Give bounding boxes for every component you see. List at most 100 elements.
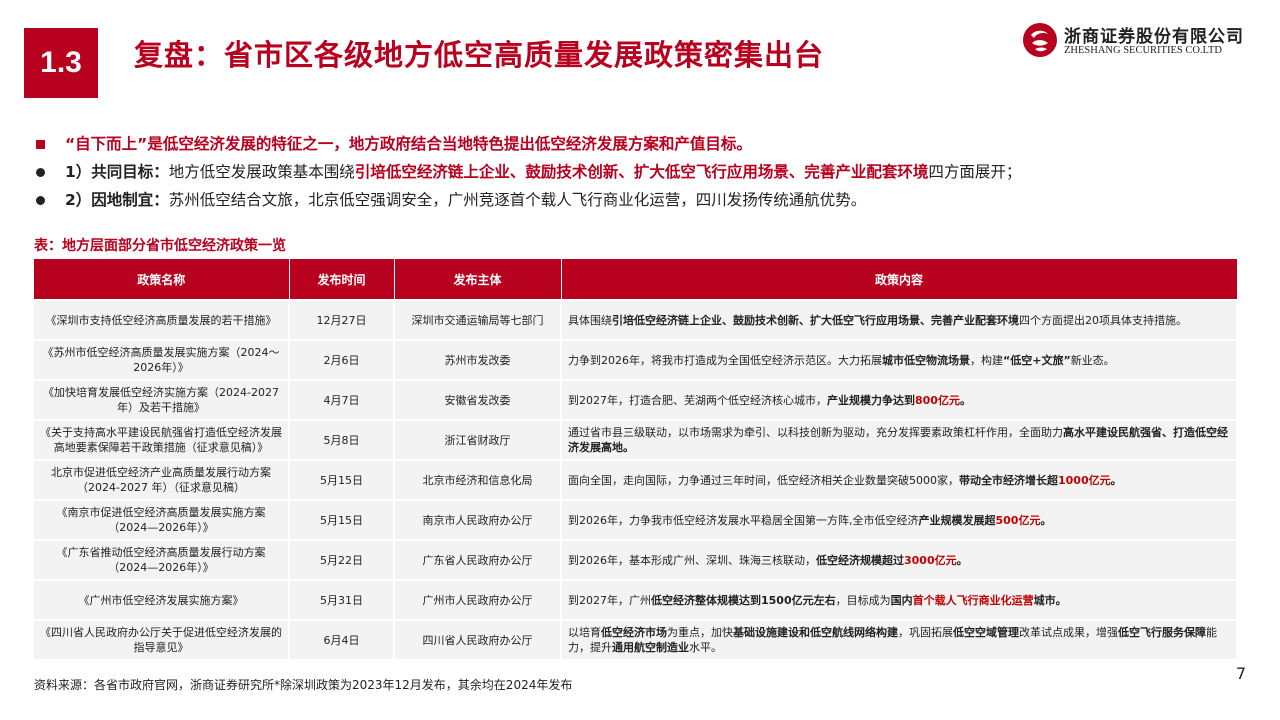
round-bullet-icon <box>36 195 45 205</box>
header-policy-content: 政策内容 <box>561 259 1238 300</box>
content-segment: 。 <box>956 553 968 567</box>
cell-issuer: 安徽省发改委 <box>394 379 562 420</box>
table-row: 《广州市低空经济发展实施方案》 5月31日 广州市人民政府办公厅 到2027年，广州低… <box>34 579 1238 620</box>
cell-issuer: 北京市经济和信息化局 <box>394 459 562 500</box>
content-segment: ，构建 <box>970 353 1003 367</box>
content-segment: 到2026年，基本形成广州、深圳、珠海三核联动， <box>568 553 816 567</box>
cell-issuer: 四川省人民政府办公厅 <box>394 619 562 659</box>
header-issuer: 发布主体 <box>394 259 562 300</box>
cell-policy-content: 以培育低空经济市场为重点，加快基础设施建设和低空航线网络构建，巩固拓展低空空域管… <box>561 619 1238 659</box>
content-segment: 通用航空制造业 <box>612 641 689 654</box>
bullet-label: 2）因地制宜： <box>65 191 169 209</box>
content-segment: 3000亿元 <box>904 553 957 567</box>
cell-policy-name: 《广东省推动低空经济高质量发展行动方案（2024—2026年）》 <box>34 539 290 580</box>
cell-issuer: 南京市人民政府办公厅 <box>394 499 562 540</box>
content-segment: 具体围绕 <box>568 313 612 327</box>
cell-release-date: 6月4日 <box>289 619 395 659</box>
cell-policy-name: 《南京市促进低空经济高质量发展实施方案（2024—2026年）》 <box>34 499 290 540</box>
zheshang-logo-mark-icon <box>1023 23 1057 57</box>
content-segment: 新业态。 <box>1070 353 1115 367</box>
content-segment: 低空空域管理 <box>953 626 1019 639</box>
cell-release-date: 2月6日 <box>289 339 395 380</box>
content-segment: 到2027年，打造合肥、芜湖两个低空经济核心城市， <box>568 393 827 407</box>
bullet-highlight: 引培低空经济链上企业、鼓励技术创新、扩大低空飞行应用场景、完善产业配套环境 <box>354 163 929 181</box>
bullet-text: 苏州低空结合文旅，北京低空强调安全，广州竞逐首个载人飞行商业化运营，四川发扬传统… <box>168 191 867 209</box>
content-segment: 。 <box>959 393 971 407</box>
cell-policy-name: 《广州市低空经济发展实施方案》 <box>34 579 290 620</box>
cell-policy-name: 《加快培育发展低空经济实施方案（2024-2027年）及若干措施》 <box>34 379 290 420</box>
cell-policy-content: 到2027年，打造合肥、芜湖两个低空经济核心城市，产业规模力争达到800亿元。 <box>561 379 1238 420</box>
bullet-label: 1）共同目标： <box>65 163 169 181</box>
content-segment: 以培育 <box>568 626 601 639</box>
content-segment: 带动全市经济增长超 <box>959 473 1058 487</box>
content-segment: 力争到2026年，将我市打造成为全国低空经济示范区。大力拓展 <box>568 353 882 367</box>
bullet-text: 四方面展开； <box>928 163 1022 181</box>
content-segment: ，巩固拓展 <box>898 626 953 639</box>
policy-table: 政策名称 发布时间 发布主体 政策内容 《深圳市支持低空经济高质量发展的若干措施… <box>34 259 1238 659</box>
content-segment: 。 <box>1040 513 1052 527</box>
cell-policy-content: 面向全国，走向国际，力争通过三年时间，低空经济相关企业数量突破5000家，带动全… <box>561 459 1238 500</box>
cell-release-date: 5月15日 <box>289 459 395 500</box>
bullet-text: 地方低空发展政策基本围绕 <box>168 163 355 181</box>
content-segment: 面向全国，走向国际，力争通过三年时间，低空经济相关企业数量突破5000家， <box>568 473 959 487</box>
cell-policy-name: 北京市促进低空经济产业高质量发展行动方案（2024-2027 年）（征求意见稿） <box>34 459 290 500</box>
content-segment: 基础设施建设和低空航线网络构建 <box>733 626 898 639</box>
content-segment: 产业规模力争达到 <box>827 393 915 407</box>
cell-policy-name: 《四川省人民政府办公厅关于促进低空经济发展的指导意见》 <box>34 619 290 659</box>
table-row: 《四川省人民政府办公厅关于促进低空经济发展的指导意见》 6月4日 四川省人民政府办公… <box>34 619 1238 659</box>
content-segment: 四个方面提出20项具体支持措施。 <box>1019 313 1187 327</box>
cell-issuer: 广州市人民政府办公厅 <box>394 579 562 620</box>
table-row: 北京市促进低空经济产业高质量发展行动方案（2024-2027 年）（征求意见稿）… <box>34 459 1238 500</box>
table-row: 《广东省推动低空经济高质量发展行动方案（2024—2026年）》 5月22日 广东省… <box>34 539 1238 580</box>
cell-issuer: 苏州市发改委 <box>394 339 562 380</box>
table-row: 《深圳市支持低空经济高质量发展的若干措施》 12月27日 深圳市交通运输局等七部门具… <box>34 299 1238 340</box>
section-number-badge: 1.3 <box>24 28 98 98</box>
company-name-cn: 浙商证券股份有限公司 <box>1064 27 1244 47</box>
cell-release-date: 5月31日 <box>289 579 395 620</box>
table-header-row: 政策名称 发布时间 发布主体 政策内容 <box>34 259 1238 300</box>
content-segment: 1000亿元 <box>1058 473 1111 487</box>
content-segment: 产业规模发展超 <box>918 513 996 527</box>
company-logo: 浙商证券股份有限公司 ZHESHANG SECURITIES CO.LTD <box>1022 20 1262 64</box>
content-segment: 低空经济市场 <box>601 626 667 639</box>
cell-policy-content: 具体围绕引培低空经济链上企业、鼓励技术创新、扩大低空飞行应用场景、完善产业配套环… <box>561 299 1238 340</box>
content-segment: “低空+文旅” <box>1003 353 1071 367</box>
content-segment: 到2027年，广州 <box>568 593 651 607</box>
cell-release-date: 12月27日 <box>289 299 395 340</box>
content-segment: 改革试点成果，增强 <box>1019 626 1118 639</box>
table-row: 《南京市促进低空经济高质量发展实施方案（2024—2026年）》 5月15日 南京市… <box>34 499 1238 540</box>
cell-policy-content: 到2026年，基本形成广州、深圳、珠海三核联动，低空经济规模超过3000亿元。 <box>561 539 1238 580</box>
content-segment: 到2026年，力争我市低空经济发展水平稳居全国第一方阵,全市低空经济 <box>568 513 919 527</box>
cell-policy-content: 到2027年，广州低空经济整体规模达到1500亿元左右，目标成为国内首个载人飞行… <box>561 579 1238 620</box>
content-segment: 通过省市县三级联动，以市场需求为牵引、以科技创新为驱动，充分发挥要素政策杠杆作用… <box>568 426 1063 439</box>
table-row: 《关于支持高水平建设民航强省打造低空经济发展高地要素保障若干政策措施（征求意见稿… <box>34 419 1238 460</box>
content-segment: 城市。 <box>1033 593 1067 607</box>
content-segment: 低空经济整体规模达到1500亿元左右 <box>651 593 836 607</box>
content-segment: 800亿元 <box>915 393 960 407</box>
content-segment: ，目标成为 <box>835 593 891 607</box>
main-bullet-text: “自下而上”是低空经济发展的特征之一，地方政府结合当地特色提出低空经济发展方案和… <box>65 135 752 153</box>
cell-policy-name: 《关于支持高水平建设民航强省打造低空经济发展高地要素保障若干政策措施（征求意见稿… <box>34 419 290 460</box>
cell-policy-content: 通过省市县三级联动，以市场需求为牵引、以科技创新为驱动，充分发挥要素政策杠杆作用… <box>561 419 1238 460</box>
square-bullet-icon <box>36 139 45 149</box>
main-bullet: “自下而上”是低空经济发展的特征之一，地方政府结合当地特色提出低空经济发展方案和… <box>34 130 1254 158</box>
source-note: 资料来源：各省市政府官网，浙商证券研究所*除深圳政策为2023年12月发布，其余… <box>34 678 573 692</box>
content-segment: 低空经济规模超过 <box>816 553 904 567</box>
content-segment: 引培低空经济链上企业、鼓励技术创新、扩大低空飞行应用场景、完善产业配套环境 <box>612 313 1019 327</box>
cell-policy-name: 《深圳市支持低空经济高质量发展的若干措施》 <box>34 299 290 340</box>
cell-release-date: 4月7日 <box>289 379 395 420</box>
content-segment: 。 <box>1110 473 1122 487</box>
content-segment: 城市低空物流场景 <box>882 353 970 367</box>
header-release-date: 发布时间 <box>289 259 395 300</box>
table-row: 《苏州市低空经济高质量发展实施方案（2024～2026年）》 2月6日 苏州市发改委… <box>34 339 1238 380</box>
content-segment: 低空飞行服务保障 <box>1118 626 1206 639</box>
cell-policy-name: 《苏州市低空经济高质量发展实施方案（2024～2026年）》 <box>34 339 290 380</box>
page-title: 复盘：省市区各级地方低空高质量发展政策密集出台 <box>134 38 825 72</box>
header-policy-name: 政策名称 <box>34 259 290 300</box>
content-segment: 首个载人飞行商业化运营 <box>912 593 1034 607</box>
page-number: 7 <box>1235 664 1246 683</box>
content-segment: 水平。 <box>689 641 722 654</box>
cell-issuer: 浙江省财政厅 <box>394 419 562 460</box>
cell-release-date: 5月22日 <box>289 539 395 580</box>
table-row: 《加快培育发展低空经济实施方案（2024-2027年）及若干措施》 4月7日 安徽省… <box>34 379 1238 420</box>
